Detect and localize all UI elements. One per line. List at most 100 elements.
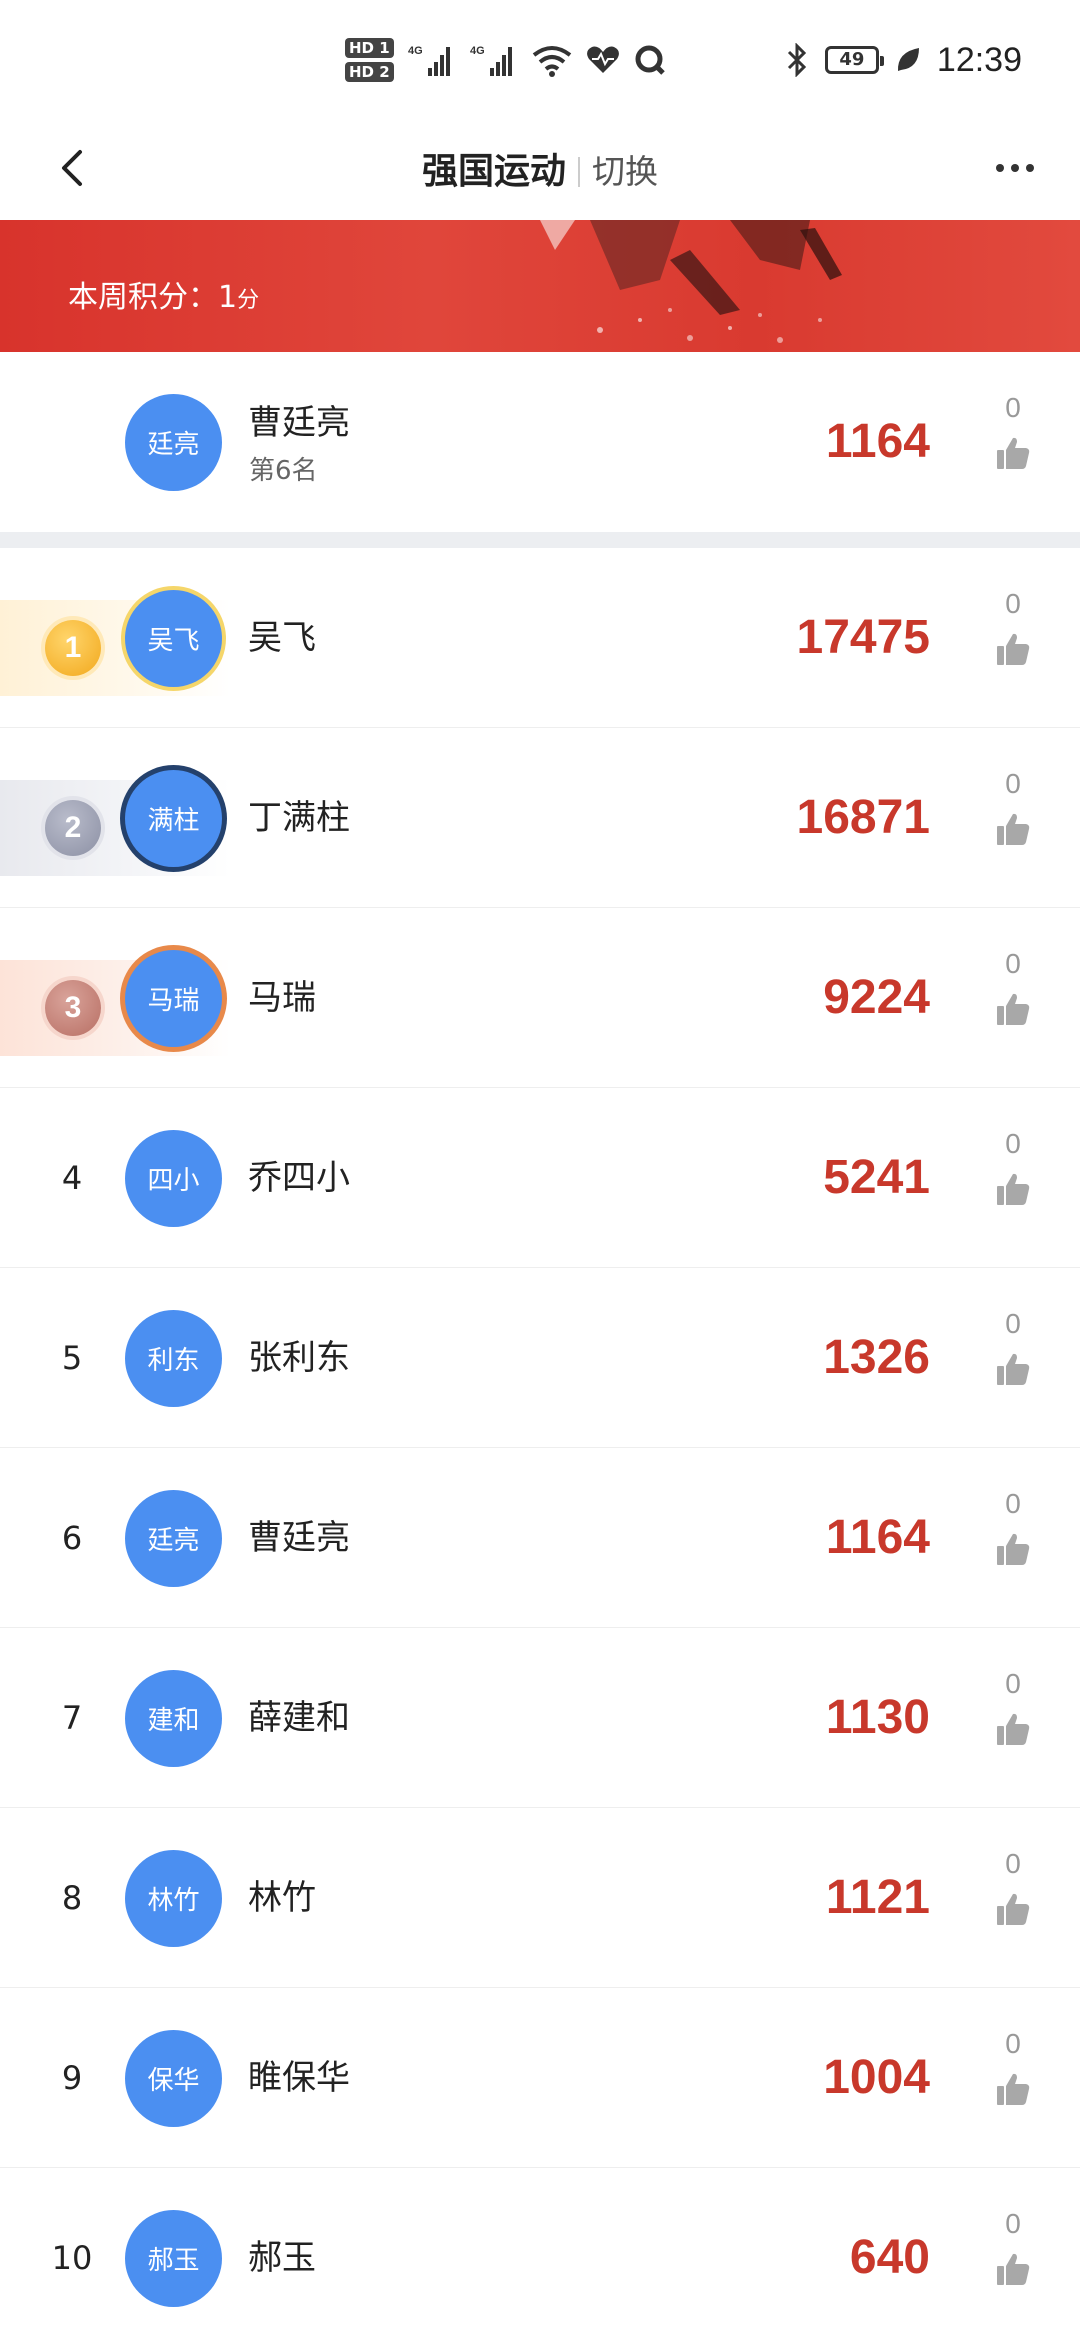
like-count: 0 bbox=[1005, 948, 1021, 979]
user-name: 乔四小 bbox=[248, 1158, 350, 1198]
user-name: 薛建和 bbox=[248, 1698, 350, 1738]
thumbs-up-icon bbox=[997, 1533, 1030, 1565]
like-button[interactable]: 0 bbox=[978, 1304, 1048, 1414]
thumbs-up-icon bbox=[997, 2073, 1030, 2105]
score: 9224 bbox=[823, 971, 930, 1024]
section-divider bbox=[0, 532, 1080, 548]
thumbs-up-icon bbox=[997, 1173, 1030, 1205]
rank-number: 4 bbox=[61, 1159, 83, 1197]
user-name: 张利东 bbox=[248, 1338, 350, 1378]
score: 17475 bbox=[796, 611, 930, 664]
thumbs-up-icon bbox=[997, 1893, 1030, 1925]
avatar[interactable]: 林竹 bbox=[125, 1850, 222, 1947]
like-count: 0 bbox=[1005, 1668, 1021, 1699]
ranking-row[interactable]: 4 四小 乔四小 5241 0 bbox=[0, 1088, 1080, 1268]
rank-number: 9 bbox=[61, 2059, 83, 2097]
thumbs-up-icon bbox=[997, 2253, 1030, 2285]
my-rank-row[interactable]: 廷亮 曹廷亮 第6名 1164 0 bbox=[0, 352, 1080, 532]
avatar[interactable]: 利东 bbox=[125, 1310, 222, 1407]
thumbs-up-icon bbox=[997, 633, 1030, 665]
rank-number: 10 bbox=[51, 2239, 93, 2277]
like-button[interactable]: 0 bbox=[978, 1484, 1048, 1594]
ranking-row[interactable]: 10 郝玉 郝玉 640 0 bbox=[0, 2168, 1080, 2338]
rank-number: 6 bbox=[61, 1519, 83, 1557]
like-count: 0 bbox=[1005, 392, 1021, 423]
weekly-banner: 本周积分：1分 bbox=[0, 220, 1080, 352]
avatar[interactable]: 保华 bbox=[125, 2030, 222, 2127]
runner-illustration bbox=[540, 220, 842, 343]
ranking-row[interactable]: 9 保华 睢保华 1004 0 bbox=[0, 1988, 1080, 2168]
like-button[interactable]: 0 bbox=[978, 584, 1048, 694]
like-button[interactable]: 0 bbox=[978, 944, 1048, 1054]
avatar[interactable]: 马瑞 bbox=[125, 950, 222, 1047]
like-button[interactable]: 0 bbox=[978, 388, 1048, 498]
weekly-score-unit: 分 bbox=[237, 288, 260, 313]
my-rank-text: 第6名 bbox=[249, 456, 318, 486]
like-button[interactable]: 0 bbox=[978, 2204, 1048, 2314]
ranking-row[interactable]: 2 满柱 丁满柱 16871 0 bbox=[0, 728, 1080, 908]
user-name: 林竹 bbox=[248, 1878, 316, 1918]
score: 640 bbox=[849, 2231, 930, 2284]
hd1-label: HD 1 bbox=[345, 38, 394, 58]
bluetooth-icon bbox=[787, 43, 807, 77]
thumbs-up-icon bbox=[997, 437, 1030, 469]
thumbs-up-icon bbox=[997, 1713, 1030, 1745]
nav-bar: 强国运动 切换 bbox=[0, 118, 1080, 220]
user-name: 曹廷亮 bbox=[248, 403, 350, 443]
like-count: 0 bbox=[1005, 588, 1021, 619]
like-count: 0 bbox=[1005, 1128, 1021, 1159]
avatar[interactable]: 廷亮 bbox=[125, 1490, 222, 1587]
avatar[interactable]: 郝玉 bbox=[125, 2210, 222, 2307]
like-button[interactable]: 0 bbox=[978, 1844, 1048, 1954]
score: 1164 bbox=[825, 415, 930, 468]
like-count: 0 bbox=[1005, 1488, 1021, 1519]
battery-icon: 49 bbox=[824, 46, 884, 74]
rank-number: 8 bbox=[61, 1879, 83, 1917]
ranking-row[interactable]: 6 廷亮 曹廷亮 1164 0 bbox=[0, 1448, 1080, 1628]
switch-button[interactable]: 切换 bbox=[592, 152, 658, 191]
avatar[interactable]: 满柱 bbox=[125, 770, 222, 867]
like-button[interactable]: 0 bbox=[978, 1124, 1048, 1234]
health-icon bbox=[586, 46, 619, 73]
like-count: 0 bbox=[1005, 2208, 1021, 2239]
avatar[interactable]: 吴飞 bbox=[125, 590, 222, 687]
page-title-text: 强国运动 bbox=[421, 151, 566, 192]
like-button[interactable]: 0 bbox=[978, 1664, 1048, 1774]
score: 1164 bbox=[825, 1511, 930, 1564]
score: 1004 bbox=[823, 2051, 930, 2104]
clock: 12:39 bbox=[936, 40, 1022, 79]
gold-medal-icon: 1 bbox=[45, 620, 101, 676]
more-button[interactable] bbox=[980, 140, 1050, 196]
score: 16871 bbox=[796, 791, 930, 844]
user-name: 丁满柱 bbox=[248, 798, 350, 838]
ranking-row[interactable]: 5 利东 张利东 1326 0 bbox=[0, 1268, 1080, 1448]
like-button[interactable]: 0 bbox=[978, 764, 1048, 874]
status-bar: HD 1 HD 2 4G 4G 49 12:39 bbox=[0, 0, 1080, 118]
user-name: 曹廷亮 bbox=[248, 1518, 350, 1558]
user-name: 郝玉 bbox=[248, 2238, 316, 2278]
avatar[interactable]: 建和 bbox=[125, 1670, 222, 1767]
thumbs-up-icon bbox=[997, 1353, 1030, 1385]
user-name: 马瑞 bbox=[248, 978, 316, 1018]
bronze-medal-icon: 3 bbox=[45, 980, 101, 1036]
rank-number: 7 bbox=[61, 1699, 83, 1737]
thumbs-up-icon bbox=[997, 993, 1030, 1025]
ranking-row[interactable]: 1 吴飞 吴飞 17475 0 bbox=[0, 548, 1080, 728]
like-button[interactable]: 0 bbox=[978, 2024, 1048, 2134]
ranking-row[interactable]: 8 林竹 林竹 1121 0 bbox=[0, 1808, 1080, 1988]
like-count: 0 bbox=[1005, 1308, 1021, 1339]
thumbs-up-icon bbox=[997, 813, 1030, 845]
network-label-2: 4G bbox=[470, 45, 485, 57]
avatar[interactable]: 四小 bbox=[125, 1130, 222, 1227]
title-divider bbox=[578, 157, 580, 187]
score: 1130 bbox=[825, 1691, 930, 1744]
ranking-list: 1 吴飞 吴飞 17475 0 2 满柱 丁满柱 16871 0 3 马瑞 马瑞… bbox=[0, 548, 1080, 2338]
score: 1121 bbox=[825, 1871, 930, 1924]
wifi-icon bbox=[532, 46, 571, 77]
avatar[interactable]: 廷亮 bbox=[125, 394, 222, 491]
ranking-row[interactable]: 7 建和 薛建和 1130 0 bbox=[0, 1628, 1080, 1808]
more-dots-icon bbox=[996, 164, 1004, 172]
page-title: 强国运动 切换 bbox=[0, 142, 1080, 194]
ranking-row[interactable]: 3 马瑞 马瑞 9224 0 bbox=[0, 908, 1080, 1088]
user-name: 睢保华 bbox=[248, 2058, 350, 2098]
